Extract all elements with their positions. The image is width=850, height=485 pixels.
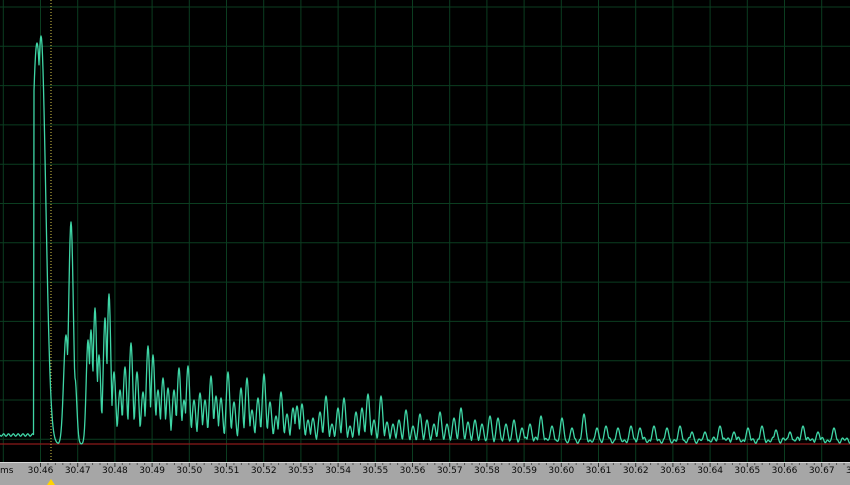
ruler-tick-label: 30.54 <box>325 466 351 476</box>
ruler-tick-label: 30.63 <box>660 466 686 476</box>
ruler-unit-label: ms <box>0 466 14 476</box>
ruler-tick-label: 30.62 <box>623 466 649 476</box>
waveform-view[interactable]: 30.46 30.47 30.48 30.49 30.50 30.51 30.52 30.53… <box>0 0 850 485</box>
ruler-tick-label: 30.59 <box>511 466 537 476</box>
ruler-tick-label: 30.56 <box>400 466 426 476</box>
ruler-tick-label: 30.49 <box>139 466 165 476</box>
ruler-tick-label: 30.53 <box>288 466 314 476</box>
ruler-tick-label: 30.68 <box>846 466 850 476</box>
ruler-tick-label: 30.67 <box>809 466 835 476</box>
ruler-tick-label: 30.46 <box>28 466 54 476</box>
ruler-tick-label: 30.48 <box>102 466 128 476</box>
ruler-tick-label: 30.50 <box>176 466 202 476</box>
ruler-tick-label: 30.65 <box>734 466 760 476</box>
time-ruler[interactable]: 30.46 30.47 30.48 30.49 30.50 30.51 30.52 30.53… <box>0 462 850 485</box>
ruler-tick-label: 30.64 <box>697 466 723 476</box>
ruler-tick-label: 30.57 <box>437 466 463 476</box>
ruler-tick-label: 30.52 <box>251 466 277 476</box>
ruler-tick-label: 30.66 <box>772 466 798 476</box>
ruler-tick-label: 30.61 <box>586 466 612 476</box>
ruler-tick-label: 30.55 <box>362 466 388 476</box>
ruler-tick-label: 30.47 <box>65 466 91 476</box>
plot-background <box>0 0 850 462</box>
ruler-tick-label: 30.58 <box>474 466 500 476</box>
ruler-tick-label: 30.51 <box>214 466 240 476</box>
ruler-tick-label: 30.60 <box>548 466 574 476</box>
